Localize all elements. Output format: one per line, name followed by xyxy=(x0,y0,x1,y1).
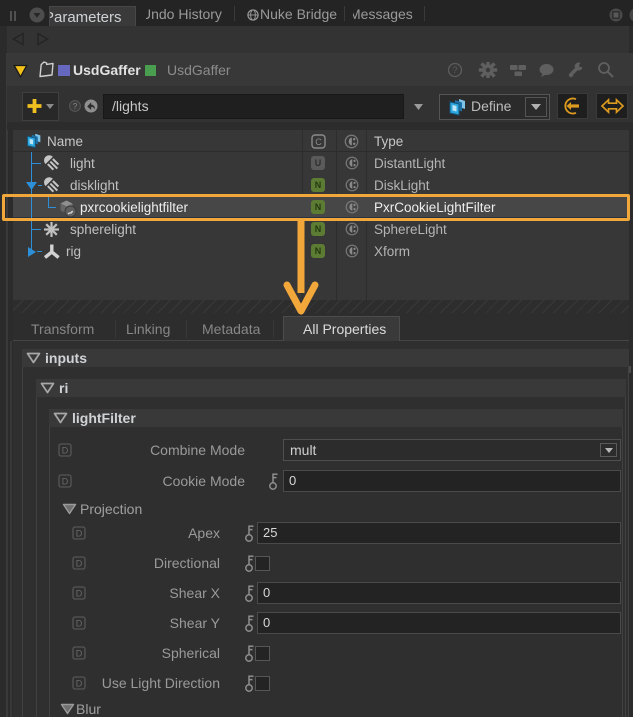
svg-text:C: C xyxy=(315,137,322,147)
svg-text:?: ? xyxy=(73,102,78,111)
svg-text:?: ? xyxy=(452,65,457,75)
